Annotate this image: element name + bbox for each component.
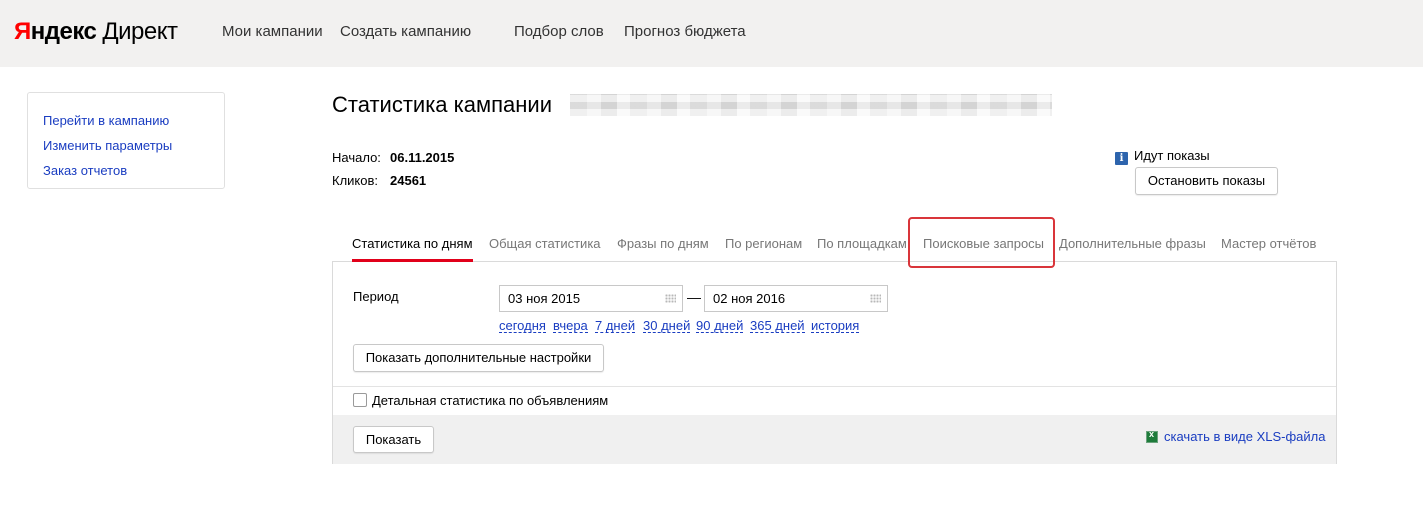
range-90-days[interactable]: 90 дней: [696, 319, 744, 333]
range-yesterday[interactable]: вчера: [553, 319, 588, 333]
calendar-icon[interactable]: [870, 294, 881, 303]
search-queries-highlight-box: [908, 217, 1055, 268]
info-clicks-row: Кликов: 24561: [332, 173, 454, 196]
start-label: Начало:: [332, 150, 381, 165]
range-30-days[interactable]: 30 дней: [643, 319, 691, 333]
nav-keyword-selection[interactable]: Подбор слов: [514, 23, 604, 40]
show-button[interactable]: Показать: [353, 426, 434, 453]
nav-budget-forecast[interactable]: Прогноз бюджета: [624, 23, 746, 40]
link-go-to-campaign[interactable]: Перейти в кампанию: [43, 108, 224, 133]
download-xls-text[interactable]: скачать в виде XLS-файла: [1164, 429, 1326, 444]
range-7-days[interactable]: 7 дней: [595, 319, 636, 333]
tab-report-wizard[interactable]: Мастер отчётов: [1221, 236, 1316, 251]
excel-file-icon: [1146, 429, 1158, 443]
show-more-settings-button[interactable]: Показать дополнительные настройки: [353, 344, 604, 372]
date-from-input[interactable]: 03 ноя 2015: [499, 285, 683, 312]
download-xls-link[interactable]: скачать в виде XLS-файла: [1146, 429, 1326, 444]
status-text: Идут показы: [1134, 148, 1210, 163]
link-order-reports[interactable]: Заказ отчетов: [43, 158, 224, 183]
logo-ya-letter: Я: [14, 18, 31, 45]
page-title: Статистика кампании: [332, 92, 552, 117]
nav-create-campaign[interactable]: Создать кампанию: [340, 23, 471, 40]
tab-by-regions[interactable]: По регионам: [725, 236, 802, 251]
detail-stats-option[interactable]: Детальная статистика по объявлениям: [353, 393, 608, 408]
tab-additional-phrases[interactable]: Дополнительные фразы: [1059, 236, 1206, 251]
logo-yandex: Яндекс: [14, 18, 97, 45]
top-header: Яндекс Директ Мои кампании Создать кампан…: [0, 0, 1423, 67]
link-edit-parameters[interactable]: Изменить параметры: [43, 133, 224, 158]
logo-direkt: Директ: [102, 18, 178, 45]
date-from-value: 03 ноя 2015: [508, 291, 581, 306]
range-today[interactable]: сегодня: [499, 319, 546, 333]
date-range-dash: —: [687, 289, 701, 305]
period-label: Период: [353, 289, 399, 304]
detail-stats-checkbox[interactable]: [353, 393, 367, 407]
start-value: 06.11.2015: [390, 150, 455, 165]
info-start-row: Начало: 06.11.2015: [332, 150, 454, 173]
campaign-info: Начало: 06.11.2015 Кликов: 24561: [332, 150, 454, 196]
clicks-label: Кликов:: [332, 173, 379, 188]
date-to-value: 02 ноя 2016: [713, 291, 786, 306]
nav-my-campaigns[interactable]: Мои кампании: [222, 23, 323, 40]
stop-impressions-button[interactable]: Остановить показы: [1135, 167, 1278, 195]
date-to-input[interactable]: 02 ноя 2016: [704, 285, 888, 312]
campaign-status: i Идут показы: [1115, 148, 1210, 165]
info-icon: i: [1115, 152, 1128, 165]
tab-stats-by-days[interactable]: Статистика по дням: [352, 236, 473, 251]
campaign-actions-box: Перейти в кампанию Изменить параметры За…: [27, 92, 225, 189]
active-tab-underline: [352, 259, 473, 262]
range-365-days[interactable]: 365 дней: [750, 319, 805, 333]
detail-stats-label[interactable]: Детальная статистика по объявлениям: [372, 393, 608, 408]
range-history[interactable]: история: [811, 319, 860, 333]
redacted-campaign-name: [570, 94, 1052, 116]
yandex-direct-logo[interactable]: Яндекс Директ: [14, 18, 178, 46]
tab-phrases-by-days[interactable]: Фразы по дням: [617, 236, 709, 251]
tab-by-sites[interactable]: По площадкам: [817, 236, 907, 251]
clicks-value: 24561: [390, 173, 427, 188]
panel-divider: [333, 386, 1336, 387]
tab-general-stats[interactable]: Общая статистика: [489, 236, 601, 251]
logo-ya-rest: ндекс: [30, 18, 97, 45]
calendar-icon[interactable]: [665, 294, 676, 303]
